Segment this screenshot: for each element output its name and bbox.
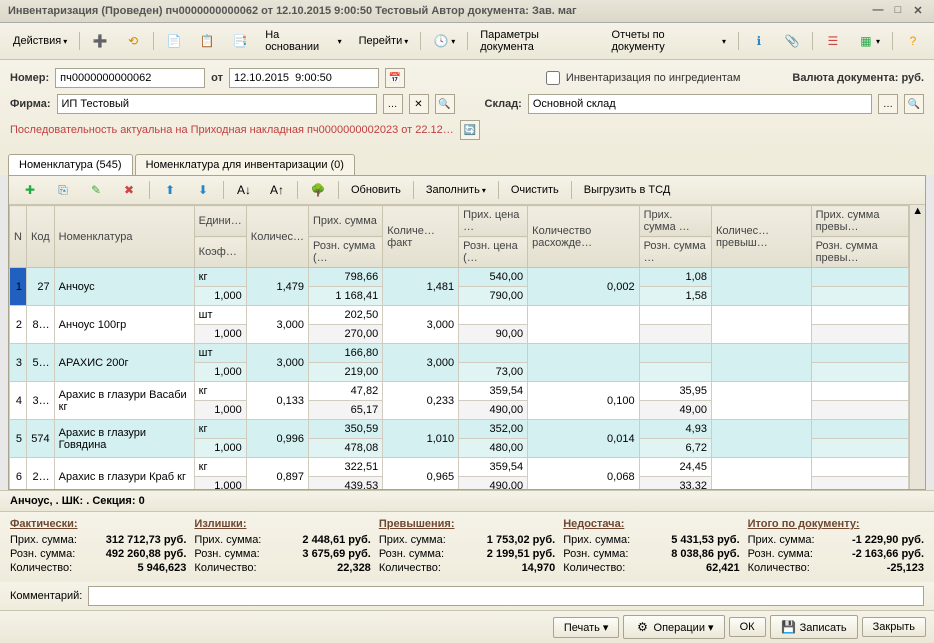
row-add-icon[interactable]: ✚ bbox=[15, 179, 45, 201]
close-doc-button[interactable]: Закрыть bbox=[862, 617, 926, 637]
col-rprice[interactable]: Розн. цена (… bbox=[459, 237, 528, 268]
actions-menu[interactable]: Действия▾ bbox=[6, 32, 74, 50]
calendar-icon[interactable]: 📅 bbox=[385, 68, 405, 88]
firm-input[interactable] bbox=[57, 94, 377, 114]
maximize-button[interactable]: □ bbox=[890, 4, 906, 18]
fill-menu[interactable]: Заполнить▾ bbox=[419, 181, 493, 199]
summary-over: Превышения: Прих. сумма:1 753,02 руб. Ро… bbox=[379, 518, 555, 576]
based-on-menu[interactable]: На основании▾ bbox=[258, 26, 348, 56]
col-nomen[interactable]: Номенклатура bbox=[54, 206, 194, 268]
tree-icon[interactable]: 🌳 bbox=[303, 179, 333, 201]
toolbar-info-icon[interactable]: ℹ bbox=[744, 30, 774, 52]
save-button[interactable]: 💾 Записать bbox=[770, 615, 858, 639]
tab-nomenclature-inv[interactable]: Номенклатура для инвентаризации (0) bbox=[135, 154, 355, 175]
date-input[interactable] bbox=[229, 68, 379, 88]
table-row[interactable]: 28…Анчоус 100гршт3,000202,503,000 bbox=[10, 306, 909, 325]
toolbar-excel-icon[interactable]: ▦▾ bbox=[851, 30, 887, 52]
row-down-icon[interactable]: ⬇ bbox=[188, 179, 218, 201]
currency-label: Валюта документа: руб. bbox=[792, 72, 924, 84]
refresh-button[interactable]: Обновить bbox=[344, 181, 408, 199]
col-psumd[interactable]: Прих. сумма … bbox=[639, 206, 711, 237]
by-ingredients-label: Инвентаризация по ингредиентам bbox=[566, 72, 741, 84]
summary-surplus: Излишки: Прих. сумма:2 448,61 руб. Розн.… bbox=[194, 518, 370, 576]
vertical-scrollbar[interactable]: ▲ bbox=[909, 205, 925, 489]
col-qtydiff[interactable]: Количество расхожде… bbox=[528, 206, 639, 268]
row-copy-icon[interactable]: ⎘ bbox=[48, 179, 78, 201]
toolbar-icon-3[interactable]: 📄 bbox=[159, 30, 189, 52]
ok-button[interactable]: ОК bbox=[729, 617, 766, 637]
toolbar-icon-5[interactable]: 📑 bbox=[225, 30, 255, 52]
toolbar-attach-icon[interactable]: 📎 bbox=[777, 30, 807, 52]
summary-total: Итого по документу: Прих. сумма:-1 229,9… bbox=[748, 518, 924, 576]
by-ingredients-checkbox[interactable] bbox=[546, 71, 560, 85]
operations-menu[interactable]: ⚙ Операции ▾ bbox=[623, 615, 724, 639]
sort-desc-icon[interactable]: A↑ bbox=[262, 179, 292, 201]
toolbar-list-icon[interactable]: ☰ bbox=[818, 30, 848, 52]
toolbar-help-icon[interactable]: ? bbox=[898, 30, 928, 52]
col-qtyf[interactable]: Количе… факт bbox=[383, 206, 459, 268]
doc-params-button[interactable]: Параметры документа bbox=[473, 26, 601, 56]
col-psum[interactable]: Прих. сумма bbox=[308, 206, 382, 237]
row-delete-icon[interactable]: ✖ bbox=[114, 179, 144, 201]
main-toolbar: Действия▾ ➕ ⟲ 📄 📋 📑 На основании▾ Перейт… bbox=[0, 23, 934, 60]
summary-panel: Фактически: Прих. сумма:312 712,73 руб. … bbox=[0, 511, 934, 582]
col-psumo[interactable]: Прих. сумма превы… bbox=[811, 206, 909, 237]
firm-label: Фирма: bbox=[10, 98, 51, 110]
number-input[interactable] bbox=[55, 68, 205, 88]
summary-fact: Фактически: Прих. сумма:312 712,73 руб. … bbox=[10, 518, 186, 576]
col-rsum[interactable]: Розн. сумма (… bbox=[308, 237, 382, 268]
firm-select-icon[interactable]: … bbox=[383, 94, 403, 114]
firm-search-icon[interactable]: 🔍 bbox=[435, 94, 455, 114]
table-row[interactable]: 35…АРАХИС 200гшт3,000166,803,000 bbox=[10, 344, 909, 363]
clear-button[interactable]: Очистить bbox=[504, 181, 566, 199]
toolbar-icon-4[interactable]: 📋 bbox=[192, 30, 222, 52]
warehouse-select-icon[interactable]: … bbox=[878, 94, 898, 114]
col-pprice[interactable]: Прих. цена … bbox=[459, 206, 528, 237]
summary-short: Недостача: Прих. сумма:5 431,53 руб. Роз… bbox=[563, 518, 739, 576]
col-n[interactable]: N bbox=[10, 206, 27, 268]
firm-clear-icon[interactable]: ✕ bbox=[409, 94, 429, 114]
toolbar-icon-1[interactable]: ➕ bbox=[85, 30, 115, 52]
col-qty[interactable]: Количес… bbox=[246, 206, 308, 268]
number-label: Номер: bbox=[10, 72, 49, 84]
warehouse-input[interactable] bbox=[528, 94, 872, 114]
col-rsumd[interactable]: Розн. сумма … bbox=[639, 237, 711, 268]
bottom-bar: Печать ▾ ⚙ Операции ▾ ОК 💾 Записать Закр… bbox=[0, 610, 934, 643]
sort-asc-icon[interactable]: A↓ bbox=[229, 179, 259, 201]
sequence-refresh-icon[interactable]: 🔄 bbox=[460, 120, 480, 140]
table-row[interactable]: 43…Арахис в глазури Васаби кгкг0,13347,8… bbox=[10, 382, 909, 401]
doc-reports-menu[interactable]: Отчеты по документу▾ bbox=[605, 26, 733, 56]
col-rsumo[interactable]: Розн. сумма превы… bbox=[811, 237, 909, 268]
table-row[interactable]: 127Анчоускг1,479798,661,481540,000,0021,… bbox=[10, 268, 909, 287]
col-coef[interactable]: Коэф… bbox=[194, 237, 246, 268]
close-button[interactable]: ✕ bbox=[910, 4, 926, 18]
titlebar: Инвентаризация (Проведен) пч000000000006… bbox=[0, 0, 934, 23]
data-grid[interactable]: N Код Номенклатура Едини… Количес… Прих.… bbox=[9, 205, 925, 489]
table-row[interactable]: 5574Арахис в глазури Говядинакг0,996350,… bbox=[10, 420, 909, 439]
tab-nomenclature[interactable]: Номенклатура (545) bbox=[8, 154, 133, 175]
row-edit-icon[interactable]: ✎ bbox=[81, 179, 111, 201]
col-code[interactable]: Код bbox=[26, 206, 54, 268]
table-row[interactable]: 62…Арахис в глазури Краб кгкг0,897322,51… bbox=[10, 458, 909, 477]
table-toolbar: ✚ ⎘ ✎ ✖ ⬆ ⬇ A↓ A↑ 🌳 Обновить Заполнить▾ … bbox=[9, 176, 925, 205]
warehouse-label: Склад: bbox=[485, 98, 522, 110]
comment-label: Комментарий: bbox=[10, 590, 82, 602]
print-menu[interactable]: Печать ▾ bbox=[553, 617, 620, 638]
warehouse-search-icon[interactable]: 🔍 bbox=[904, 94, 924, 114]
goto-menu[interactable]: Перейти▾ bbox=[352, 32, 416, 50]
export-tsd-button[interactable]: Выгрузить в ТСД bbox=[577, 181, 678, 199]
window-title: Инвентаризация (Проведен) пч000000000006… bbox=[8, 5, 866, 17]
col-unit[interactable]: Едини… bbox=[194, 206, 246, 237]
toolbar-clock-icon[interactable]: 🕓▾ bbox=[426, 30, 462, 52]
from-label: от bbox=[211, 72, 223, 84]
status-bar: Анчоус, . ШК: . Секция: 0 bbox=[0, 490, 934, 511]
row-up-icon[interactable]: ⬆ bbox=[155, 179, 185, 201]
minimize-button[interactable]: — bbox=[870, 4, 886, 18]
toolbar-icon-2[interactable]: ⟲ bbox=[118, 30, 148, 52]
sequence-text: Последовательность актуальна на Приходна… bbox=[10, 124, 454, 136]
col-qtyo[interactable]: Количес… превыш… bbox=[711, 206, 811, 268]
comment-input[interactable] bbox=[88, 586, 924, 606]
